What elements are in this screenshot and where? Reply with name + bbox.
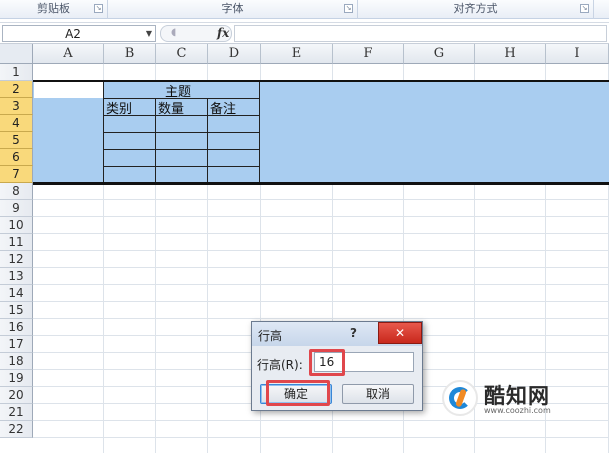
row-header[interactable]: 20 bbox=[0, 387, 33, 404]
row-header[interactable]: 6 bbox=[0, 149, 33, 166]
insert-function-button[interactable]: fx bbox=[217, 26, 229, 40]
row-header[interactable]: 9 bbox=[0, 200, 33, 217]
row-header[interactable]: 16 bbox=[0, 319, 33, 336]
column-header[interactable]: D bbox=[208, 44, 261, 64]
row-header[interactable]: 21 bbox=[0, 404, 33, 421]
grip-icon: ◖ bbox=[171, 27, 177, 38]
dialog-title: 行高 bbox=[258, 329, 283, 343]
row-header[interactable]: 22 bbox=[0, 421, 33, 438]
row-header[interactable]: 5 bbox=[0, 132, 33, 149]
dialog-launcher-icon[interactable]: ↘ bbox=[344, 4, 353, 13]
column-header[interactable]: C bbox=[156, 44, 208, 64]
ribbon-group-alignment: 对齐方式 ↘ bbox=[358, 0, 594, 19]
name-box-value: A2 bbox=[65, 27, 81, 41]
row-header[interactable]: 3 bbox=[0, 98, 33, 115]
highlight-box-ok bbox=[266, 380, 330, 406]
column-header[interactable]: I bbox=[546, 44, 609, 64]
row-header[interactable]: 8 bbox=[0, 183, 33, 200]
row-header[interactable]: 4 bbox=[0, 115, 33, 132]
row-header[interactable]: 14 bbox=[0, 285, 33, 302]
dialog-launcher-icon[interactable]: ↘ bbox=[94, 4, 103, 13]
row-header[interactable]: 1 bbox=[0, 64, 33, 81]
watermark-url: www.coozhi.com bbox=[484, 406, 551, 415]
dialog-launcher-icon[interactable]: ↘ bbox=[580, 4, 589, 13]
row-header[interactable]: 11 bbox=[0, 234, 33, 251]
name-box[interactable]: A2 ▼ bbox=[2, 25, 156, 42]
column-header[interactable]: G bbox=[404, 44, 475, 64]
row-header[interactable]: 15 bbox=[0, 302, 33, 319]
row-header[interactable]: 10 bbox=[0, 217, 33, 234]
column-header[interactable]: E bbox=[261, 44, 333, 64]
formula-input[interactable] bbox=[234, 25, 607, 42]
row-header[interactable]: 12 bbox=[0, 251, 33, 268]
formula-bar: A2 ▼ ◖ fx bbox=[0, 22, 609, 44]
row-header[interactable]: 7 bbox=[0, 166, 33, 183]
row-height-label: 行高(R): bbox=[257, 358, 303, 372]
highlight-box-input bbox=[309, 349, 345, 376]
ribbon-group-clipboard: 剪贴板 ↘ bbox=[0, 0, 108, 19]
row-header[interactable]: 13 bbox=[0, 268, 33, 285]
help-icon[interactable]: ? bbox=[350, 326, 357, 340]
cancel-button[interactable]: 取消 bbox=[342, 384, 414, 404]
row-header[interactable]: 19 bbox=[0, 370, 33, 387]
row-header[interactable]: 2 bbox=[0, 81, 33, 98]
column-header[interactable]: B bbox=[104, 44, 156, 64]
ribbon-group-font: 字体 ↘ bbox=[108, 0, 358, 19]
select-all-corner[interactable] bbox=[0, 44, 33, 64]
close-button[interactable]: ✕ bbox=[378, 322, 422, 344]
ribbon-group-label: 剪贴板 bbox=[37, 2, 70, 15]
column-header[interactable]: F bbox=[333, 44, 404, 64]
ribbon-group-label: 字体 bbox=[221, 2, 244, 15]
chevron-down-icon[interactable]: ▼ bbox=[146, 29, 152, 38]
column-header[interactable]: H bbox=[475, 44, 546, 64]
column-header[interactable]: A bbox=[33, 44, 104, 64]
row-header[interactable]: 17 bbox=[0, 336, 33, 353]
ribbon-group-label: 对齐方式 bbox=[453, 2, 498, 15]
coozhi-logo-icon bbox=[442, 380, 478, 416]
formula-buttons: ◖ fx bbox=[160, 25, 232, 42]
watermark: 酷知网 www.coozhi.com bbox=[442, 380, 602, 416]
row-header[interactable]: 18 bbox=[0, 353, 33, 370]
ribbon-group-bar: 剪贴板 ↘ 字体 ↘ 对齐方式 ↘ bbox=[0, 0, 609, 19]
selection-border bbox=[33, 80, 609, 185]
